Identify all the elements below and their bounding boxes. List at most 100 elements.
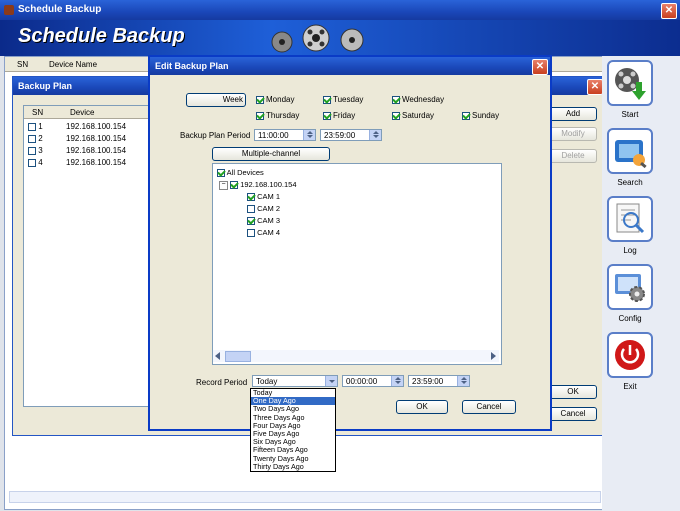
film-reels-logo — [271, 24, 364, 53]
record-start-spinner[interactable] — [391, 376, 403, 386]
tuesday-checkbox[interactable]: Tuesday — [321, 95, 363, 104]
cam-label: CAM 4 — [257, 228, 281, 237]
cam-label: CAM 3 — [257, 216, 281, 225]
row-sn: 4 — [38, 158, 43, 167]
backup-plan-list-header: SN Device — [24, 106, 154, 119]
sunday-label: Sunday — [472, 111, 500, 121]
main-col-sn: SN — [17, 60, 29, 69]
backup-plan-close-button[interactable]: ✕ — [587, 79, 603, 95]
period-start-spinner[interactable] — [303, 130, 315, 140]
backup-plan-ok-button[interactable]: OK — [549, 385, 597, 399]
delete-button[interactable]: Delete — [549, 149, 597, 163]
backup-plan-col-device: Device — [70, 108, 95, 117]
record-start-value: 00:00:00 — [346, 377, 378, 386]
row-sn: 1 — [38, 122, 43, 131]
start-label: Start — [621, 110, 639, 119]
tree-cam-3[interactable]: CAM 3 — [247, 216, 281, 226]
period-end-value: 23:59:00 — [324, 131, 356, 140]
log-label: Log — [623, 246, 637, 255]
add-button[interactable]: Add — [549, 107, 597, 121]
record-end-field[interactable]: 23:59:00 — [408, 375, 470, 387]
multiple-channel-button[interactable]: Multiple-channel — [212, 147, 330, 161]
dropdown-option[interactable]: Thirty Days Ago — [251, 462, 335, 471]
row-checkbox[interactable] — [28, 158, 36, 167]
main-title-bar: Schedule Backup ✕ — [0, 0, 680, 20]
row-device: 192.168.100.154 — [66, 146, 127, 155]
week-button[interactable]: Week — [186, 93, 246, 107]
dropdown-arrow-icon[interactable] — [325, 376, 337, 386]
cam-label: CAM 2 — [257, 204, 281, 213]
app-icon — [4, 5, 14, 15]
tree-cam-2[interactable]: CAM 2 — [247, 204, 281, 214]
tree-cam-4[interactable]: CAM 4 — [247, 228, 281, 238]
edit-backup-plan-dialog: Edit Backup Plan ✕ Week Monday Tuesday W… — [148, 55, 552, 431]
tree-scroll-thumb[interactable] — [225, 351, 251, 362]
row-device: 192.168.100.154 — [66, 134, 127, 143]
tree-all-devices[interactable]: All Devices — [217, 168, 264, 178]
banner: Schedule Backup — [0, 20, 680, 56]
thursday-checkbox[interactable]: Thursday — [254, 111, 299, 120]
period-start-value: 11:00:00 — [258, 131, 289, 140]
backup-plan-col-sn: SN — [32, 108, 44, 117]
tree-device-node[interactable]: − 192.168.100.154 — [219, 180, 297, 190]
monday-label: Monday — [266, 95, 295, 105]
row-device: 192.168.100.154 — [66, 122, 127, 131]
table-row[interactable]: 3 192.168.100.154 — [28, 146, 126, 155]
tree-all-devices-label: All Devices — [226, 168, 264, 177]
main-window-title: Schedule Backup — [18, 4, 102, 15]
film-reel-download-icon — [615, 68, 646, 100]
config-gears-icon — [615, 274, 645, 302]
config-button[interactable] — [607, 264, 653, 310]
row-sn: 2 — [38, 134, 43, 143]
period-end-spinner[interactable] — [369, 130, 381, 140]
sunday-checkbox[interactable]: Sunday — [460, 111, 499, 120]
friday-checkbox[interactable]: Friday — [321, 111, 355, 120]
period-end-field[interactable]: 23:59:00 — [320, 129, 382, 141]
tuesday-label: Tuesday — [333, 95, 364, 105]
device-tree: All Devices − 192.168.100.154 CAM 1 CAM … — [212, 163, 502, 365]
row-checkbox[interactable] — [28, 134, 36, 143]
sidebar: Start Search Log Config Exit — [602, 56, 680, 511]
row-sn: 3 — [38, 146, 43, 155]
wednesday-label: Wednesday — [402, 95, 445, 105]
record-start-field[interactable]: 00:00:00 — [342, 375, 404, 387]
scroll-right-arrow-icon[interactable] — [491, 352, 496, 360]
saturday-label: Saturday — [402, 111, 435, 121]
row-checkbox[interactable] — [28, 122, 36, 131]
record-end-value: 23:59:00 — [412, 377, 444, 386]
exit-button[interactable] — [607, 332, 653, 378]
log-button[interactable] — [607, 196, 653, 242]
modify-button[interactable]: Modify — [549, 127, 597, 141]
tree-collapse-icon[interactable]: − — [219, 180, 228, 190]
search-film-icon — [615, 140, 647, 169]
thursday-label: Thursday — [266, 111, 300, 121]
config-label: Config — [618, 314, 642, 323]
dialog-close-button[interactable]: ✕ — [532, 59, 548, 75]
saturday-checkbox[interactable]: Saturday — [390, 111, 434, 120]
monday-checkbox[interactable]: Monday — [254, 95, 294, 104]
dialog-cancel-button[interactable]: Cancel — [462, 400, 516, 414]
tree-horizontal-scrollbar[interactable] — [213, 350, 499, 362]
start-button[interactable] — [607, 60, 653, 106]
search-button[interactable] — [607, 128, 653, 174]
record-period-label: Record Period — [196, 378, 248, 387]
period-start-field[interactable]: 11:00:00 — [254, 129, 316, 141]
scroll-left-arrow-icon[interactable] — [215, 352, 220, 360]
row-checkbox[interactable] — [28, 146, 36, 155]
main-horizontal-scrollbar[interactable] — [9, 491, 601, 503]
record-end-spinner[interactable] — [457, 376, 469, 386]
cam-label: CAM 1 — [257, 192, 281, 201]
wednesday-checkbox[interactable]: Wednesday — [390, 95, 444, 104]
dialog-title: Edit Backup Plan — [155, 61, 229, 71]
record-period-select[interactable]: Today — [252, 375, 338, 387]
backup-plan-list: SN Device 1 192.168.100.154 2 192.168.100.… — [23, 105, 155, 407]
main-close-button[interactable]: ✕ — [661, 3, 677, 19]
dialog-ok-button[interactable]: OK — [396, 400, 448, 414]
tree-cam-1[interactable]: CAM 1 — [247, 192, 281, 202]
tree-device-label: 192.168.100.154 — [240, 180, 297, 189]
table-row[interactable]: 2 192.168.100.154 — [28, 134, 126, 143]
friday-label: Friday — [333, 111, 356, 121]
backup-plan-cancel-button[interactable]: Cancel — [549, 407, 597, 421]
table-row[interactable]: 1 192.168.100.154 — [28, 122, 126, 131]
table-row[interactable]: 4 192.168.100.154 — [28, 158, 126, 167]
